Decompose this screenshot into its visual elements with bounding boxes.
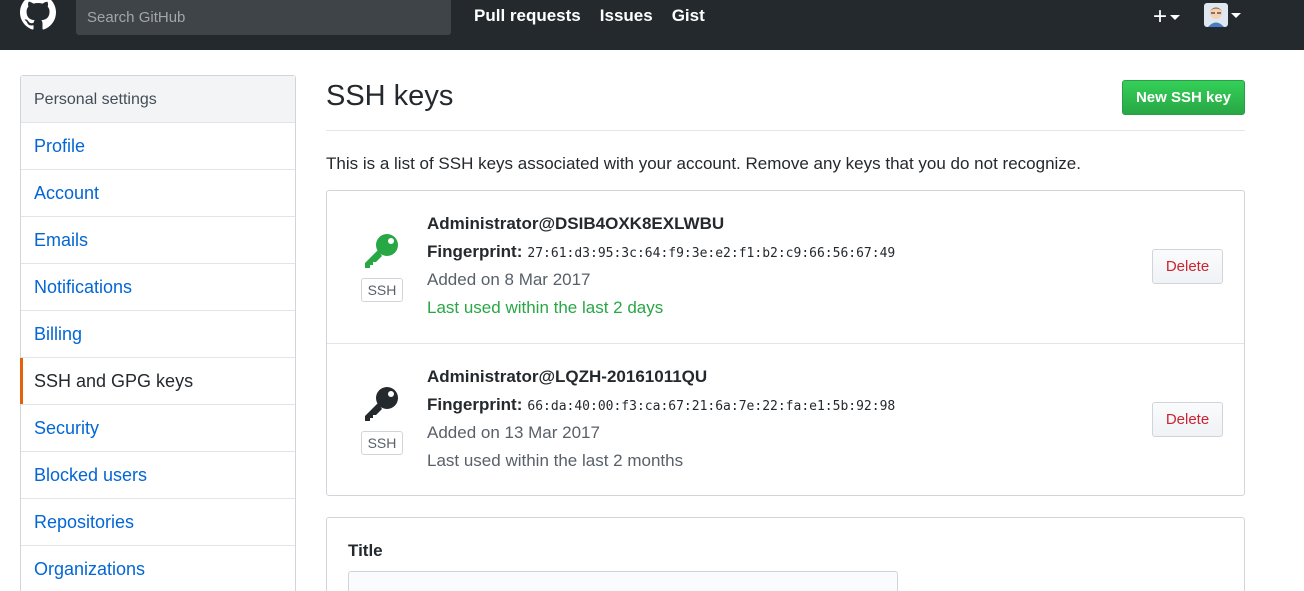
title-input[interactable] [348,571,898,591]
avatar [1204,3,1228,27]
sidebar-heading: Personal settings [21,76,295,123]
settings-sidebar: Personal settings Profile Account Emails… [20,75,296,591]
page-header: SSH keys New SSH key [326,75,1245,131]
last-used-status: Last used within the last 2 months [427,451,684,470]
list-item: SSH Administrator@LQZH-20161011QU Finger… [327,343,1244,495]
sidebar-item-security[interactable]: Security [21,405,295,452]
fingerprint-value: 66:da:40:00:f3:ca:67:21:6a:7e:22:fa:e1:5… [527,399,896,414]
key-info: Administrator@DSIB4OXK8EXLWBU Fingerprin… [427,214,895,326]
list-item: SSH Administrator@DSIB4OXK8EXLWBU Finger… [327,191,1244,343]
key-title: Administrator@LQZH-20161011QU [427,367,708,386]
ssh-badge: SSH [361,431,403,455]
added-date: Added on 8 Mar 2017 [427,270,591,289]
sidebar-item-blocked-users[interactable]: Blocked users [21,452,295,499]
sidebar-item-profile[interactable]: Profile [21,123,295,170]
create-new-dropdown[interactable]: + [1153,3,1181,31]
delete-key-button[interactable]: Delete [1152,402,1223,437]
sidebar-item-notifications[interactable]: Notifications [21,264,295,311]
chevron-down-icon [1231,12,1241,18]
fingerprint-label: Fingerprint: [427,242,523,261]
header-nav: Pull requests Issues Gist [474,6,705,26]
page-title: SSH keys [326,80,454,112]
title-label: Title [348,541,383,560]
chevron-down-icon [1170,14,1181,20]
fingerprint-label: Fingerprint: [427,395,523,414]
fingerprint-row: Fingerprint: 66:da:40:00:f3:ca:67:21:6a:… [427,395,895,423]
sidebar-item-account[interactable]: Account [21,170,295,217]
added-date: Added on 13 Mar 2017 [427,423,600,442]
delete-key-button[interactable]: Delete [1152,249,1223,284]
sidebar-item-repositories[interactable]: Repositories [21,499,295,546]
search-input[interactable] [76,0,451,35]
nav-gist[interactable]: Gist [672,6,705,26]
sidebar-item-organizations[interactable]: Organizations [21,546,295,591]
last-used-status: Last used within the last 2 days [427,298,664,317]
new-ssh-key-button[interactable]: New SSH key [1121,80,1245,115]
user-menu-dropdown[interactable] [1204,3,1241,27]
new-key-form: Title [326,517,1245,591]
ssh-key-list: SSH Administrator@DSIB4OXK8EXLWBU Finger… [326,190,1245,496]
sidebar-item-ssh-gpg-keys[interactable]: SSH and GPG keys [20,358,295,405]
sidebar-item-emails[interactable]: Emails [21,217,295,264]
fingerprint-row: Fingerprint: 27:61:d3:95:3c:64:f9:3e:e2:… [427,242,895,270]
top-header: Pull requests Issues Gist + [0,0,1304,50]
key-icon [361,232,401,272]
search-box [76,0,451,35]
page-description: This is a list of SSH keys associated wi… [326,154,1081,173]
main-content: SSH keys New SSH key This is a list of S… [326,75,1245,591]
key-info: Administrator@LQZH-20161011QU Fingerprin… [427,367,895,479]
key-title: Administrator@DSIB4OXK8EXLWBU [427,214,725,233]
ssh-badge: SSH [361,278,403,302]
nav-pull-requests[interactable]: Pull requests [474,6,581,26]
plus-icon: + [1153,3,1168,30]
key-icon [361,385,401,425]
github-logo-icon[interactable] [18,0,58,36]
sidebar-item-billing[interactable]: Billing [21,311,295,358]
fingerprint-value: 27:61:d3:95:3c:64:f9:3e:e2:f1:b2:c9:66:5… [527,246,896,261]
nav-issues[interactable]: Issues [600,6,653,26]
